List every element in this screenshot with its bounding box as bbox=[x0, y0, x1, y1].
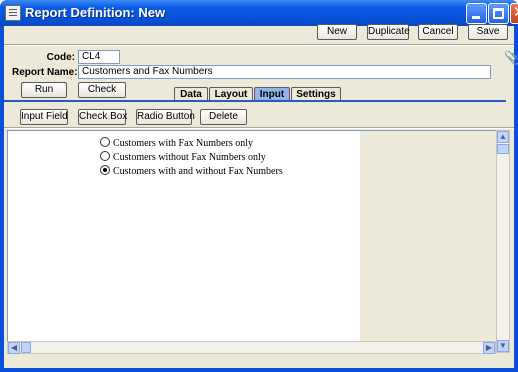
close-icon: ✕ bbox=[513, 3, 518, 21]
tab-input[interactable]: Input bbox=[254, 87, 290, 101]
code-label: Code: bbox=[46, 52, 75, 63]
tab-layout[interactable]: Layout bbox=[209, 87, 253, 101]
title-bar[interactable]: Report Definition: New ✕ bbox=[0, 0, 518, 26]
minimize-button[interactable] bbox=[466, 3, 487, 24]
app-icon bbox=[5, 5, 21, 21]
input-toolbar-separator bbox=[4, 127, 514, 129]
delete-button[interactable]: Delete bbox=[200, 109, 247, 125]
check-box-button[interactable]: Check Box bbox=[78, 109, 127, 125]
run-button[interactable]: Run bbox=[21, 82, 67, 98]
vertical-scroll-thumb[interactable] bbox=[497, 144, 509, 154]
radio-option-label: Customers without Fax Numbers only bbox=[113, 152, 266, 163]
report-name-label: Report Name: bbox=[12, 67, 78, 78]
radio-option-label: Customers with Fax Numbers only bbox=[113, 138, 253, 149]
report-definition-window: Report Definition: New ✕ New Duplicate C… bbox=[0, 0, 518, 372]
scroll-left-icon[interactable]: ◀ bbox=[8, 342, 20, 354]
radio-circle-icon bbox=[100, 151, 110, 161]
maximize-icon bbox=[493, 8, 504, 19]
tab-data[interactable]: Data bbox=[174, 87, 208, 101]
scroll-right-icon[interactable]: ▶ bbox=[483, 342, 495, 354]
new-button[interactable]: New bbox=[317, 24, 357, 40]
cancel-button[interactable]: Cancel bbox=[418, 24, 458, 40]
tab-underline bbox=[4, 100, 506, 102]
window-title: Report Definition: New bbox=[25, 5, 166, 20]
code-field[interactable]: CL4 bbox=[78, 50, 120, 64]
scroll-up-icon[interactable]: ▲ bbox=[497, 131, 509, 143]
paperclip-icon[interactable]: 📎 bbox=[504, 50, 518, 66]
toolbar-separator bbox=[4, 44, 514, 46]
horizontal-scrollbar[interactable]: ◀ ▶ bbox=[7, 341, 496, 354]
radio-option-with-and-without-fax[interactable]: Customers with and without Fax Numbers bbox=[100, 165, 283, 178]
window-client-area: New Duplicate Cancel Save 📎 Code: CL4 Re… bbox=[4, 24, 518, 368]
close-button[interactable]: ✕ bbox=[510, 3, 518, 24]
maximize-button[interactable] bbox=[488, 3, 509, 24]
radio-button-button[interactable]: Radio Button bbox=[136, 109, 195, 125]
tab-settings[interactable]: Settings bbox=[291, 87, 341, 101]
report-name-field[interactable]: Customers and Fax Numbers bbox=[78, 65, 491, 79]
input-field-button[interactable]: Input Field bbox=[20, 109, 68, 125]
input-design-canvas[interactable]: Customers with Fax Numbers only Customer… bbox=[7, 130, 498, 353]
vertical-scrollbar[interactable]: ▲ ▼ bbox=[496, 130, 510, 353]
horizontal-scroll-thumb[interactable] bbox=[21, 342, 31, 353]
radio-option-label: Customers with and without Fax Numbers bbox=[113, 166, 283, 177]
check-button[interactable]: Check bbox=[78, 82, 126, 98]
save-button[interactable]: Save bbox=[468, 24, 508, 40]
minimize-icon bbox=[472, 16, 480, 19]
radio-option-without-fax[interactable]: Customers without Fax Numbers only bbox=[100, 151, 266, 164]
radio-selected-icon bbox=[100, 165, 110, 175]
radio-circle-icon bbox=[100, 137, 110, 147]
duplicate-button[interactable]: Duplicate bbox=[367, 24, 410, 40]
scroll-down-icon[interactable]: ▼ bbox=[497, 340, 509, 352]
radio-option-with-fax[interactable]: Customers with Fax Numbers only bbox=[100, 137, 253, 150]
